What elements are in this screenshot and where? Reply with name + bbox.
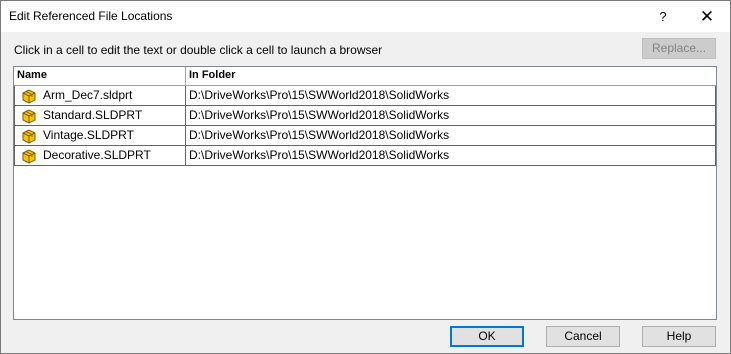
file-name: Decorative.SLDPRT <box>43 148 151 162</box>
replace-button[interactable]: Replace... <box>642 38 716 59</box>
table-row[interactable]: Decorative.SLDPRT D:\DriveWorks\Pro\15\S… <box>14 146 716 166</box>
table-row[interactable]: Standard.SLDPRT D:\DriveWorks\Pro\15\SWW… <box>14 106 716 126</box>
help-button[interactable]: Help <box>642 326 716 347</box>
title-bar[interactable]: Edit Referenced File Locations ? ✕ <box>1 1 730 32</box>
cancel-button[interactable]: Cancel <box>546 326 620 347</box>
part-icon <box>22 109 36 124</box>
table-row[interactable]: Vintage.SLDPRT D:\DriveWorks\Pro\15\SWWo… <box>14 126 716 146</box>
part-icon <box>22 149 36 164</box>
folder-cell[interactable]: D:\DriveWorks\Pro\15\SWWorld2018\SolidWo… <box>186 126 716 146</box>
ok-button[interactable]: OK <box>450 326 524 347</box>
part-icon <box>22 89 36 104</box>
referenced-files-grid[interactable]: Name In Folder Arm_Dec7.sldprt D:\DriveW… <box>13 66 717 320</box>
part-icon <box>22 129 36 144</box>
name-cell[interactable]: Arm_Dec7.sldprt <box>14 86 186 106</box>
grid-header: Name In Folder <box>14 67 716 86</box>
folder-cell[interactable]: D:\DriveWorks\Pro\15\SWWorld2018\SolidWo… <box>186 146 716 166</box>
folder-cell[interactable]: D:\DriveWorks\Pro\15\SWWorld2018\SolidWo… <box>186 86 716 106</box>
instruction-text: Click in a cell to edit the text or doub… <box>14 43 383 57</box>
file-name: Standard.SLDPRT <box>43 108 143 122</box>
close-button[interactable]: ✕ <box>684 1 730 32</box>
name-cell[interactable]: Standard.SLDPRT <box>14 106 186 126</box>
window-title: Edit Referenced File Locations <box>9 9 173 23</box>
table-row[interactable]: Arm_Dec7.sldprt D:\DriveWorks\Pro\15\SWW… <box>14 86 716 106</box>
edit-referenced-file-locations-dialog: Edit Referenced File Locations ? ✕ Click… <box>0 0 731 354</box>
title-help-button[interactable]: ? <box>646 1 680 32</box>
name-cell[interactable]: Vintage.SLDPRT <box>14 126 186 146</box>
name-cell[interactable]: Decorative.SLDPRT <box>14 146 186 166</box>
folder-cell[interactable]: D:\DriveWorks\Pro\15\SWWorld2018\SolidWo… <box>186 106 716 126</box>
column-header-folder[interactable]: In Folder <box>186 67 714 85</box>
column-header-name[interactable]: Name <box>14 67 186 85</box>
file-name: Vintage.SLDPRT <box>43 128 134 142</box>
file-name: Arm_Dec7.sldprt <box>43 88 133 102</box>
